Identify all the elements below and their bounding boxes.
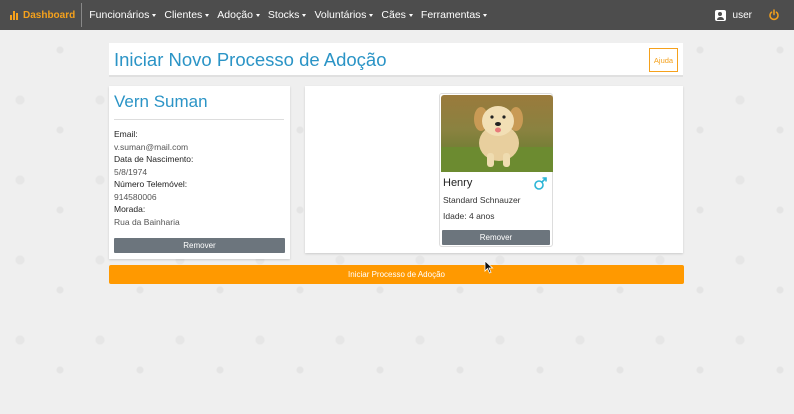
birth-label: Data de Nascimento:: [114, 154, 194, 164]
help-button[interactable]: Ajuda: [649, 48, 678, 72]
dog-panel: Henry Standard Schnauzer Idade: 4 anos R…: [305, 86, 683, 253]
client-name: Vern Suman: [114, 92, 208, 111]
menu-label: Funcionários: [89, 9, 150, 21]
email-label: Email:: [114, 129, 138, 139]
menu-label: Clientes: [164, 9, 203, 21]
menu-label: Voluntários: [314, 9, 367, 21]
email-value: v.suman@mail.com: [114, 141, 189, 152]
dog-age: Idade: 4 anos: [443, 211, 495, 221]
caret-down-icon: [302, 13, 307, 17]
dog-breed: Standard Schnauzer: [443, 195, 521, 205]
male-icon: [534, 177, 547, 190]
address-label: Morada:: [114, 204, 146, 214]
user-icon[interactable]: [714, 9, 726, 21]
user-menu[interactable]: user: [733, 10, 752, 21]
caret-down-icon: [369, 13, 374, 17]
navbar-right: user: [714, 0, 780, 30]
menu-label: Cães: [381, 9, 406, 21]
main-menu: Funcionários Clientes Adoção Stocks Volu…: [89, 9, 495, 21]
remove-client-button[interactable]: Remover: [114, 238, 285, 253]
menu-funcionarios[interactable]: Funcionários: [89, 9, 157, 21]
dog-photo: [441, 95, 553, 172]
bar-chart-icon: [10, 10, 20, 20]
power-icon[interactable]: [768, 9, 780, 21]
menu-label: Adoção: [217, 9, 253, 21]
menu-adocao[interactable]: Adoção: [217, 9, 260, 21]
caret-down-icon: [483, 13, 488, 17]
phone-value: 914580006: [114, 191, 157, 202]
navbar-divider: [81, 3, 83, 27]
brand-label: Dashboard: [23, 9, 76, 21]
divider: [114, 119, 284, 120]
brand-link[interactable]: Dashboard: [0, 0, 75, 30]
caret-down-icon: [255, 13, 260, 17]
caret-down-icon: [408, 13, 413, 17]
client-details: Email: v.suman@mail.com Data de Nascimen…: [114, 128, 193, 228]
menu-ferramentas[interactable]: Ferramentas: [421, 9, 488, 21]
caret-down-icon: [205, 13, 210, 17]
menu-label: Ferramentas: [420, 9, 481, 21]
start-adoption-button[interactable]: Iniciar Processo de Adoção: [109, 265, 684, 284]
dog-card: Henry Standard Schnauzer Idade: 4 anos R…: [439, 93, 553, 247]
menu-clientes[interactable]: Clientes: [164, 9, 210, 21]
menu-voluntarios[interactable]: Voluntários: [314, 9, 374, 21]
address-value: Rua da Bainharia: [114, 216, 180, 227]
client-card: Vern Suman Email: v.suman@mail.com Data …: [109, 86, 290, 259]
dog-name: Henry: [443, 177, 473, 189]
top-navbar: Dashboard Funcionários Clientes Adoção S…: [0, 0, 794, 30]
remove-dog-button[interactable]: Remover: [442, 230, 550, 245]
birth-value: 5/8/1974: [114, 166, 148, 177]
caret-down-icon: [152, 13, 157, 17]
menu-stocks[interactable]: Stocks: [268, 9, 307, 21]
phone-label: Número Telemóvel:: [114, 179, 188, 189]
menu-label: Stocks: [267, 9, 300, 21]
page-header-card: Iniciar Novo Processo de Adoção Ajuda: [109, 43, 683, 77]
page-title: Iniciar Novo Processo de Adoção: [114, 49, 387, 70]
menu-caes[interactable]: Cães: [381, 9, 413, 21]
mouse-cursor-icon: [484, 260, 494, 274]
